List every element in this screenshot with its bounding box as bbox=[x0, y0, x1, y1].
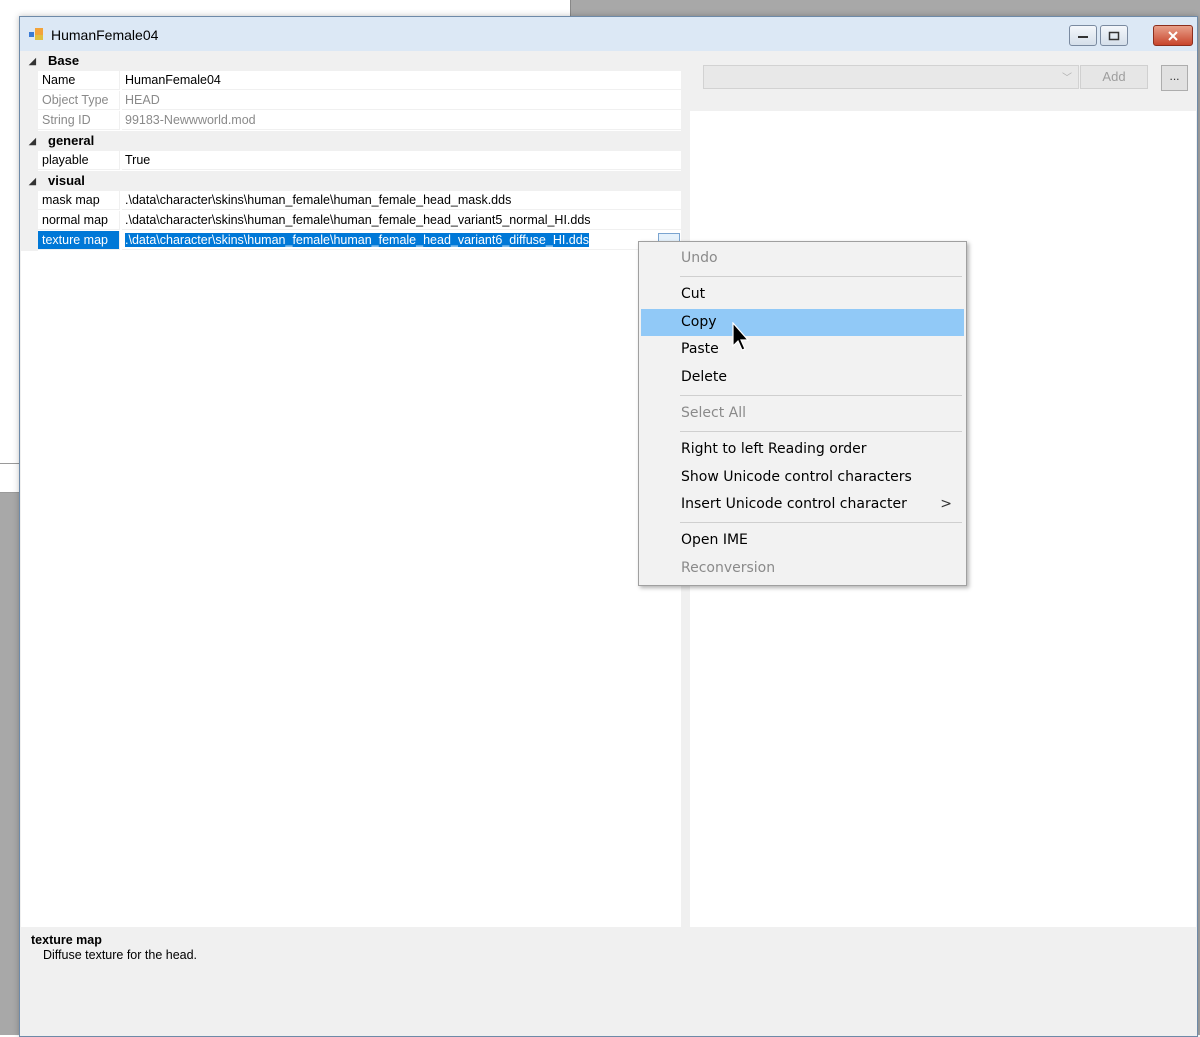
property-name: playable bbox=[38, 151, 120, 170]
description-text: Diffuse texture for the head. bbox=[43, 948, 198, 962]
menu-item-show-unicode[interactable]: Show Unicode control characters bbox=[641, 464, 964, 491]
add-button[interactable]: Add bbox=[1080, 65, 1148, 89]
title-bar[interactable]: HumanFemale04 bbox=[20, 17, 1197, 51]
menu-item-copy[interactable]: Copy bbox=[641, 309, 964, 336]
property-row-string-id[interactable]: String ID 99183-Newwworld.mod bbox=[21, 111, 681, 131]
description-pane: texture map Diffuse texture for the head… bbox=[21, 927, 1196, 1035]
property-value[interactable]: HumanFemale04 bbox=[122, 71, 681, 90]
property-name: String ID bbox=[38, 111, 120, 130]
menu-item-open-ime[interactable]: Open IME bbox=[641, 527, 964, 554]
menu-separator bbox=[680, 522, 962, 523]
main-window: HumanFemale04 ◢ Base Name HumanFemale04 … bbox=[19, 16, 1198, 1037]
property-name: Name bbox=[38, 71, 120, 90]
property-value[interactable]: True bbox=[122, 151, 681, 170]
property-row-mask-map[interactable]: mask map .\data\character\skins\human_fe… bbox=[21, 191, 681, 211]
property-name: mask map bbox=[38, 191, 120, 210]
menu-item-cut[interactable]: Cut bbox=[641, 281, 964, 308]
description-title: texture map bbox=[31, 933, 102, 947]
property-row-object-type[interactable]: Object Type HEAD bbox=[21, 91, 681, 111]
property-row-playable[interactable]: playable True bbox=[21, 151, 681, 171]
property-name: normal map bbox=[38, 211, 120, 230]
property-row-normal-map[interactable]: normal map .\data\character\skins\human_… bbox=[21, 211, 681, 231]
minimize-icon bbox=[1078, 35, 1088, 38]
context-menu: Undo Cut Copy Paste Delete Select All Ri… bbox=[638, 241, 967, 586]
type-dropdown[interactable]: ﹀ bbox=[703, 65, 1079, 89]
property-name: Object Type bbox=[38, 91, 120, 110]
menu-separator bbox=[680, 431, 962, 432]
category-visual[interactable]: ◢ visual bbox=[21, 171, 681, 191]
submenu-arrow-icon: > bbox=[940, 496, 952, 512]
chevron-down-icon: ﹀ bbox=[1062, 73, 1072, 84]
window-title: HumanFemale04 bbox=[51, 27, 159, 43]
maximize-button[interactable] bbox=[1100, 25, 1128, 46]
property-value[interactable]: .\data\character\skins\human_female\huma… bbox=[122, 191, 681, 210]
background-window-left bbox=[0, 493, 20, 1035]
menu-separator bbox=[680, 276, 962, 277]
menu-item-label: Insert Unicode control character bbox=[681, 496, 907, 512]
property-name: texture map bbox=[38, 231, 120, 250]
menu-item-insert-unicode[interactable]: Insert Unicode control character > bbox=[641, 491, 964, 518]
background-window bbox=[570, 0, 1200, 16]
menu-separator bbox=[680, 395, 962, 396]
menu-item-paste[interactable]: Paste bbox=[641, 336, 964, 363]
property-row-name[interactable]: Name HumanFemale04 bbox=[21, 71, 681, 91]
collapse-triangle-icon[interactable]: ◢ bbox=[29, 176, 36, 187]
property-row-texture-map[interactable]: texture map .\data\character\skins\human… bbox=[21, 231, 681, 251]
menu-item-delete[interactable]: Delete bbox=[641, 364, 964, 391]
property-grid[interactable]: ◢ Base Name HumanFemale04 Object Type HE… bbox=[21, 51, 681, 927]
more-button[interactable]: ... bbox=[1161, 65, 1188, 91]
property-value: HEAD bbox=[122, 91, 681, 110]
menu-item-undo[interactable]: Undo bbox=[641, 245, 964, 272]
property-value[interactable]: .\data\character\skins\human_female\huma… bbox=[122, 211, 681, 230]
close-icon bbox=[1168, 30, 1178, 41]
maximize-icon bbox=[1108, 31, 1120, 40]
selected-text[interactable]: .\data\character\skins\human_female\huma… bbox=[125, 233, 589, 247]
collapse-triangle-icon[interactable]: ◢ bbox=[29, 136, 36, 147]
menu-item-rtl-reading-order[interactable]: Right to left Reading order bbox=[641, 436, 964, 463]
close-button[interactable] bbox=[1153, 25, 1193, 46]
minimize-button[interactable] bbox=[1069, 25, 1097, 46]
category-label: Base bbox=[48, 53, 80, 68]
category-base[interactable]: ◢ Base bbox=[21, 51, 681, 71]
category-label: general bbox=[48, 133, 95, 148]
menu-item-reconversion[interactable]: Reconversion bbox=[641, 555, 964, 582]
mouse-pointer-icon bbox=[732, 322, 750, 351]
category-label: visual bbox=[48, 173, 85, 188]
category-general[interactable]: ◢ general bbox=[21, 131, 681, 151]
app-icon bbox=[29, 28, 43, 40]
property-value: 99183-Newwworld.mod bbox=[122, 111, 681, 130]
collapse-triangle-icon[interactable]: ◢ bbox=[29, 56, 36, 67]
property-value-editor[interactable]: .\data\character\skins\human_female\huma… bbox=[122, 231, 681, 250]
menu-item-select-all[interactable]: Select All bbox=[641, 400, 964, 427]
